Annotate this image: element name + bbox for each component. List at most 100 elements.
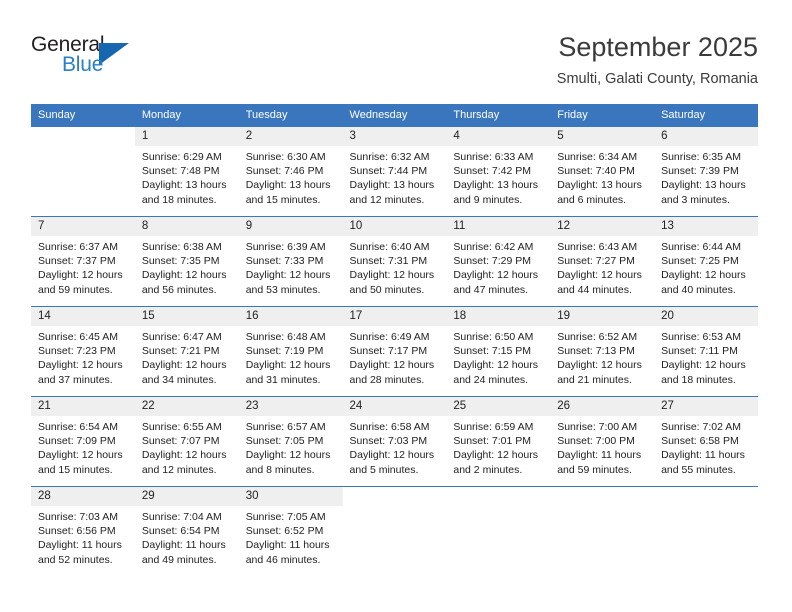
day-info-line: Sunrise: 7:02 AM [661, 421, 742, 433]
calendar-day-cell[interactable]: 24 Sunrise: 6:58 AM Sunset: 7:03 PM Dayligh… [342, 396, 447, 487]
calendar-day-cell[interactable]: 23 Sunrise: 6:57 AM Sunset: 7:05 PM Dayligh… [238, 396, 343, 487]
day-info-line: and 44 minutes. [557, 283, 632, 296]
day-sun-info: Sunrise: 6:58 AM Sunset: 7:03 PM Daylight:… [343, 416, 447, 477]
calendar-day-cell[interactable]: 2 Sunrise: 6:30 AM Sunset: 7:46 PM Daylight… [238, 126, 343, 217]
calendar-day-cell[interactable]: 27 Sunrise: 7:02 AM Sunset: 6:58 PM Dayligh… [654, 396, 758, 487]
logo-triangle-icon [99, 43, 129, 65]
day-info-line: Sunset: 7:21 PM [141, 345, 220, 358]
calendar-day-cell[interactable]: 18 Sunrise: 6:50 AM Sunset: 7:15 PM Dayligh… [446, 306, 551, 397]
calendar-day-cell[interactable]: 5 Sunrise: 6:34 AM Sunset: 7:40 PM Daylight… [550, 126, 655, 217]
day-info-line: Sunset: 7:05 PM [245, 435, 324, 448]
day-sun-info: Sunrise: 6:37 AM Sunset: 7:37 PM Daylight:… [31, 236, 135, 297]
day-info-line: Sunrise: 6:42 AM [453, 241, 534, 253]
day-info-line: and 12 minutes. [349, 193, 425, 206]
day-info-line: Sunrise: 6:54 AM [38, 421, 118, 433]
calendar-day-cell[interactable]: 20 Sunrise: 6:53 AM Sunset: 7:11 PM Dayligh… [654, 306, 758, 397]
calendar-day-cell[interactable]: 12 Sunrise: 6:43 AM Sunset: 7:27 PM Dayligh… [550, 216, 655, 307]
day-number: 15 [134, 307, 239, 326]
day-sun-info: Sunrise: 7:00 AM Sunset: 7:00 PM Daylight:… [550, 416, 654, 477]
day-info-line: Daylight: 12 hours [38, 359, 123, 372]
day-info-line: Daylight: 12 hours [453, 359, 539, 372]
day-info-line: and 24 minutes. [453, 373, 529, 386]
day-info-line: Daylight: 12 hours [245, 449, 331, 462]
day-info-line: Sunset: 7:27 PM [557, 255, 635, 268]
day-info-line: Daylight: 11 hours [245, 539, 330, 552]
calendar-day-cell[interactable]: 7 Sunrise: 6:37 AM Sunset: 7:37 PM Daylight… [31, 216, 135, 307]
calendar-day-cell[interactable]: 28 Sunrise: 7:03 AM Sunset: 6:56 PM Dayligh… [31, 486, 135, 576]
day-sun-info: Sunrise: 7:04 AM Sunset: 6:54 PM Daylight:… [135, 506, 239, 567]
day-number: 13 [654, 217, 758, 236]
calendar-day-cell[interactable]: 25 Sunrise: 6:59 AM Sunset: 7:01 PM Dayligh… [446, 396, 551, 487]
calendar-day-cell[interactable]: 22 Sunrise: 6:55 AM Sunset: 7:07 PM Dayligh… [134, 396, 239, 487]
day-info-line: Daylight: 12 hours [141, 449, 227, 462]
day-sun-info: Sunrise: 6:55 AM Sunset: 7:07 PM Daylight:… [135, 416, 239, 477]
day-info-line: Daylight: 12 hours [453, 449, 539, 462]
calendar-day-cell[interactable]: 4 Sunrise: 6:33 AM Sunset: 7:42 PM Daylight… [446, 126, 551, 217]
day-number: 19 [550, 307, 655, 326]
day-info-line: Daylight: 13 hours [245, 179, 331, 192]
day-number: 28 [31, 487, 135, 506]
calendar-day-cell[interactable]: 10 Sunrise: 6:40 AM Sunset: 7:31 PM Dayligh… [342, 216, 447, 307]
calendar-day-cell[interactable]: 19 Sunrise: 6:52 AM Sunset: 7:13 PM Dayligh… [550, 306, 655, 397]
calendar-day-cell[interactable]: 11 Sunrise: 6:42 AM Sunset: 7:29 PM Dayligh… [446, 216, 551, 307]
day-info-line: and 12 minutes. [141, 463, 217, 476]
day-info-line: Sunrise: 7:04 AM [141, 511, 222, 523]
calendar-empty-cell [31, 126, 135, 217]
day-info-line: Sunrise: 6:58 AM [349, 421, 430, 433]
day-info-line: Sunset: 7:33 PM [245, 255, 324, 268]
calendar-day-cell[interactable]: 14 Sunrise: 6:45 AM Sunset: 7:23 PM Dayligh… [31, 306, 135, 397]
day-sun-info: Sunrise: 6:39 AM Sunset: 7:33 PM Daylight:… [239, 236, 343, 297]
calendar-day-cell[interactable]: 6 Sunrise: 6:35 AM Sunset: 7:39 PM Daylight… [654, 126, 758, 217]
day-sun-info: Sunrise: 7:02 AM Sunset: 6:58 PM Daylight:… [654, 416, 758, 477]
calendar-week-row: 28 Sunrise: 7:03 AM Sunset: 6:56 PM Dayligh… [31, 486, 758, 576]
day-info-line: Sunrise: 7:03 AM [38, 511, 118, 523]
day-sun-info: Sunrise: 6:49 AM Sunset: 7:17 PM Daylight:… [343, 326, 447, 387]
day-info-line: Sunrise: 6:53 AM [661, 331, 742, 343]
day-info-line: Sunrise: 6:43 AM [557, 241, 638, 253]
day-info-line: Sunrise: 6:50 AM [453, 331, 534, 343]
day-number: 20 [654, 307, 758, 326]
day-info-line: Daylight: 13 hours [661, 179, 746, 192]
day-number: 26 [550, 397, 655, 416]
day-sun-info: Sunrise: 7:03 AM Sunset: 6:56 PM Daylight:… [31, 506, 135, 567]
calendar-day-cell[interactable]: 3 Sunrise: 6:32 AM Sunset: 7:44 PM Daylight… [342, 126, 447, 217]
calendar-empty-cell [654, 486, 758, 576]
day-info-line: and 9 minutes. [453, 193, 523, 206]
day-sun-info: Sunrise: 6:44 AM Sunset: 7:25 PM Daylight:… [654, 236, 758, 297]
calendar-day-cell[interactable]: 1 Sunrise: 6:29 AM Sunset: 7:48 PM Daylight… [134, 126, 239, 217]
day-info-line: Sunset: 7:46 PM [245, 165, 324, 178]
day-info-line: Sunset: 7:01 PM [453, 435, 532, 448]
day-number: 21 [31, 397, 135, 416]
calendar-day-cell[interactable]: 9 Sunrise: 6:39 AM Sunset: 7:33 PM Daylight… [238, 216, 343, 307]
day-info-line: Sunset: 7:07 PM [141, 435, 220, 448]
day-sun-info: Sunrise: 6:29 AM Sunset: 7:48 PM Daylight:… [135, 146, 239, 207]
day-info-line: and 8 minutes. [245, 463, 315, 476]
calendar-day-cell[interactable]: 29 Sunrise: 7:04 AM Sunset: 6:54 PM Dayligh… [134, 486, 239, 576]
day-number: 23 [238, 397, 343, 416]
calendar-day-cell[interactable]: 8 Sunrise: 6:38 AM Sunset: 7:35 PM Daylight… [134, 216, 239, 307]
day-info-line: and 59 minutes. [38, 283, 113, 296]
day-sun-info: Sunrise: 6:42 AM Sunset: 7:29 PM Daylight:… [446, 236, 550, 297]
calendar-empty-cell [342, 486, 447, 576]
day-info-line: and 52 minutes. [38, 553, 113, 566]
calendar-week-row: 1 Sunrise: 6:29 AM Sunset: 7:48 PM Daylight… [31, 126, 758, 217]
day-info-line: Daylight: 12 hours [141, 269, 227, 282]
day-info-line: Sunset: 7:25 PM [661, 255, 739, 268]
day-info-line: Daylight: 12 hours [141, 359, 227, 372]
day-info-line: Daylight: 11 hours [38, 539, 122, 552]
calendar-day-cell[interactable]: 16 Sunrise: 6:48 AM Sunset: 7:19 PM Dayligh… [238, 306, 343, 397]
calendar-day-cell[interactable]: 17 Sunrise: 6:49 AM Sunset: 7:17 PM Dayligh… [342, 306, 447, 397]
day-sun-info: Sunrise: 6:52 AM Sunset: 7:13 PM Daylight:… [550, 326, 654, 387]
day-info-line: Sunset: 7:37 PM [38, 255, 116, 268]
calendar-day-cell[interactable]: 26 Sunrise: 7:00 AM Sunset: 7:00 PM Dayligh… [550, 396, 655, 487]
day-info-line: Sunrise: 6:34 AM [557, 151, 638, 163]
calendar-day-cell[interactable]: 13 Sunrise: 6:44 AM Sunset: 7:25 PM Dayligh… [654, 216, 758, 307]
day-info-line: Sunset: 7:44 PM [349, 165, 428, 178]
calendar-day-cell[interactable]: 21 Sunrise: 6:54 AM Sunset: 7:09 PM Dayligh… [31, 396, 135, 487]
calendar-day-cell[interactable]: 30 Sunrise: 7:05 AM Sunset: 6:52 PM Dayligh… [238, 486, 343, 576]
calendar-table: Sunday Monday Tuesday Wednesday Thursday… [31, 104, 758, 576]
calendar-day-cell[interactable]: 15 Sunrise: 6:47 AM Sunset: 7:21 PM Dayligh… [134, 306, 239, 397]
day-info-line: and 18 minutes. [141, 193, 217, 206]
day-number: 5 [550, 127, 655, 146]
day-info-line: Daylight: 12 hours [349, 359, 435, 372]
